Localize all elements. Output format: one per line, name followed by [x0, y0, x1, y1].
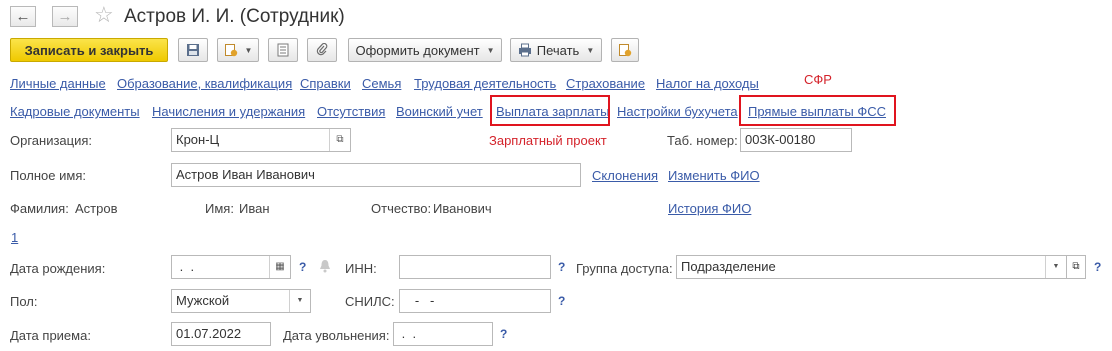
bell-icon[interactable] — [319, 259, 331, 273]
issue-document-button[interactable]: Оформить документ ▼ — [348, 38, 502, 62]
patronymic-value: Иванович — [433, 201, 492, 216]
link-family[interactable]: Семья — [362, 76, 401, 91]
report-icon — [619, 44, 632, 57]
full-name-field[interactable]: Астров Иван Иванович — [171, 163, 581, 187]
save-icon — [187, 44, 199, 56]
access-group-field[interactable]: Подразделение ▼ — [676, 255, 1067, 279]
create-based-on-button[interactable]: ▼ — [217, 38, 259, 62]
highlight-box-fss-payments — [739, 95, 896, 126]
paperclip-icon — [316, 43, 328, 56]
forward-arrow-icon: → — [57, 8, 73, 25]
chevron-down-icon[interactable]: ▼ — [1045, 256, 1066, 278]
list-button[interactable] — [268, 38, 298, 62]
link-absences[interactable]: Отсутствия — [317, 104, 385, 119]
hire-date-field[interactable]: 01.07.2022 — [171, 322, 271, 346]
link-work-history[interactable]: Трудовая деятельность — [414, 76, 556, 91]
snils-help-icon[interactable]: ? — [558, 294, 565, 308]
calendar-icon[interactable]: ▦ — [269, 256, 290, 278]
link-count[interactable]: 1 — [11, 230, 18, 245]
salary-project-annotation: Зарплатный проект — [489, 133, 607, 148]
dismissal-date-label: Дата увольнения: — [283, 328, 390, 343]
printer-icon — [518, 43, 531, 57]
snils-label: СНИЛС: — [345, 294, 395, 309]
chevron-down-icon: ▼ — [586, 45, 595, 55]
link-accruals[interactable]: Начисления и удержания — [152, 104, 305, 119]
inn-label: ИНН: — [345, 261, 377, 276]
link-income-tax[interactable]: Налог на доходы — [656, 76, 759, 91]
dismissal-help-icon[interactable]: ? — [500, 327, 507, 341]
surname-value: Астров — [75, 201, 118, 216]
list-icon — [277, 43, 289, 57]
inn-field[interactable] — [399, 255, 551, 279]
link-declensions[interactable]: Склонения — [592, 168, 658, 183]
first-name-label: Имя: — [205, 201, 234, 216]
highlight-box-salary-payment — [490, 95, 610, 126]
patronymic-label: Отчество: — [371, 201, 432, 216]
create-based-on-icon — [224, 44, 237, 57]
link-change-fio[interactable]: Изменить ФИО — [668, 168, 760, 183]
save-button[interactable] — [178, 38, 208, 62]
organization-field[interactable]: Крон-Ц ⧉ — [171, 128, 351, 152]
full-name-label: Полное имя: — [10, 168, 86, 183]
link-hr-documents[interactable]: Кадровые документы — [10, 104, 140, 119]
open-icon[interactable]: ⧉ — [329, 129, 350, 151]
print-button[interactable]: Печать ▼ — [510, 38, 602, 62]
tab-number-field[interactable]: 00ЗК-00180 — [740, 128, 852, 152]
chevron-down-icon[interactable]: ▼ — [289, 290, 310, 312]
birth-date-label: Дата рождения: — [10, 261, 106, 276]
report-button[interactable] — [611, 38, 639, 62]
gender-select[interactable]: Мужской ▼ — [171, 289, 311, 313]
access-group-label: Группа доступа: — [576, 261, 673, 276]
back-button[interactable]: ← — [10, 6, 36, 27]
birth-date-help-icon[interactable]: ? — [299, 260, 306, 274]
snils-field[interactable]: - - — [399, 289, 551, 313]
tab-number-label: Таб. номер: — [667, 133, 738, 148]
save-and-close-button[interactable]: Записать и закрыть — [10, 38, 168, 62]
link-fio-history[interactable]: История ФИО — [668, 201, 751, 216]
link-personal-data[interactable]: Личные данные — [10, 76, 106, 91]
forward-button[interactable]: → — [52, 6, 78, 27]
first-name-value: Иван — [239, 201, 270, 216]
dismissal-date-field[interactable]: . . — [393, 322, 493, 346]
birth-date-field[interactable]: . . ▦ — [171, 255, 291, 279]
surname-label: Фамилия: — [10, 201, 69, 216]
access-group-help-icon[interactable]: ? — [1094, 260, 1101, 274]
attach-file-button[interactable] — [307, 38, 337, 62]
annotation-sfr: СФР — [804, 72, 832, 87]
link-accounting-settings[interactable]: Настройки бухучета — [617, 104, 738, 119]
link-education[interactable]: Образование, квалификация — [117, 76, 292, 91]
page-title: Астров И. И. (Сотрудник) — [124, 6, 345, 27]
link-insurance[interactable]: Страхование — [566, 76, 645, 91]
open-icon[interactable]: ⧉ — [1066, 255, 1086, 279]
organization-label: Организация: — [10, 133, 93, 148]
hire-date-label: Дата приема: — [10, 328, 91, 343]
favorite-star-icon[interactable]: ☆ — [94, 2, 114, 28]
chevron-down-icon: ▼ — [486, 45, 495, 55]
inn-help-icon[interactable]: ? — [558, 260, 565, 274]
link-military[interactable]: Воинский учет — [396, 104, 483, 119]
back-arrow-icon: ← — [15, 8, 31, 25]
gender-label: Пол: — [10, 294, 38, 309]
link-certificates[interactable]: Справки — [300, 76, 351, 91]
